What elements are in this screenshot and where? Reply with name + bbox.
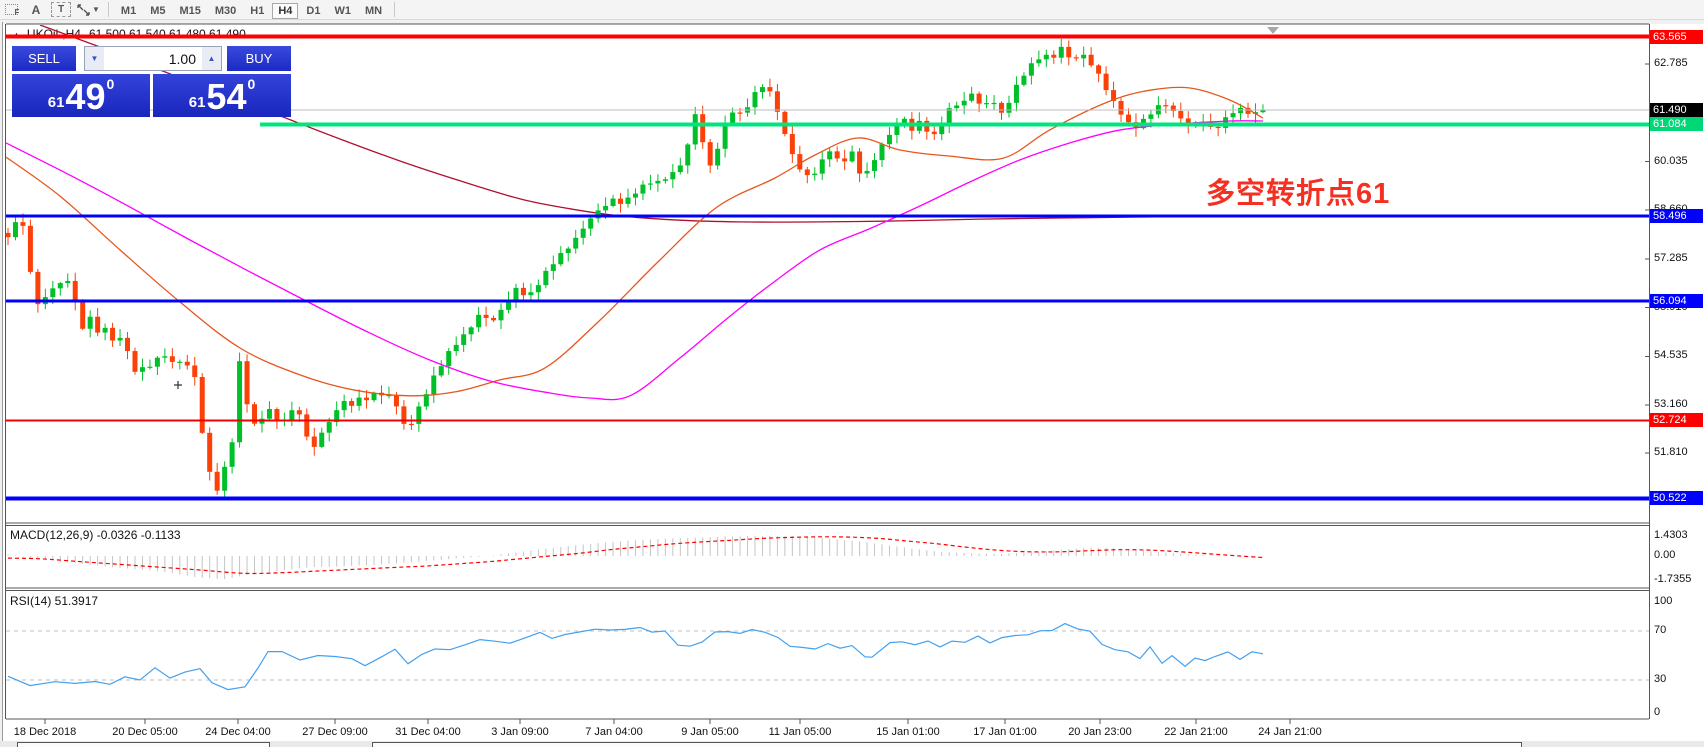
volume-increase-button[interactable]: ▲	[202, 47, 221, 70]
price-level-badge: 58.496	[1650, 209, 1703, 223]
ohlc-values: 61.500 61.540 61.480 61.490	[89, 27, 246, 41]
macd-indicator-label: MACD(12,26,9) -0.0326 -0.1133	[10, 528, 181, 542]
symbol-period-label: UKOil-,H4	[27, 27, 81, 41]
rsi-scale-label: 0	[1654, 706, 1660, 718]
volume-decrease-button[interactable]: ▼	[85, 47, 104, 70]
volume-input[interactable]	[104, 47, 202, 70]
time-tick-label: 15 Jan 01:00	[876, 726, 940, 738]
timeframe-group: M1M5M15M30H1H4D1W1MN	[114, 1, 389, 19]
timeframe-button-m15[interactable]: M15	[173, 3, 206, 19]
timeframe-button-d1[interactable]: D1	[300, 3, 326, 19]
background-window-edge	[372, 742, 1522, 747]
timeframe-button-w1[interactable]: W1	[328, 3, 357, 19]
sell-price-button[interactable]: 61 49 0	[12, 74, 150, 117]
price-level-badge: 63.565	[1650, 30, 1703, 44]
buy-price-prefix: 61	[189, 94, 206, 111]
sell-price-big: 49	[65, 80, 105, 114]
volume-stepper: ▼ ▲	[84, 46, 222, 71]
time-tick-label: 18 Dec 2018	[14, 726, 76, 738]
price-level-badge: 61.084	[1650, 117, 1703, 131]
rsi-scale-label: 30	[1654, 673, 1666, 685]
time-tick-label: 20 Dec 05:00	[112, 726, 177, 738]
time-tick-label: 3 Jan 09:00	[491, 726, 549, 738]
dropdown-caret-icon[interactable]: ▼	[92, 5, 100, 14]
one-click-trading-panel: SELL ▼ ▲ BUY 61 49 0 61 54 0	[12, 46, 291, 117]
price-tick-label: 60.035	[1654, 155, 1688, 167]
price-tick-label: 57.285	[1654, 252, 1688, 264]
time-tick-label: 7 Jan 04:00	[585, 726, 643, 738]
time-tick-label: 24 Jan 21:00	[1258, 726, 1322, 738]
timeframe-button-m5[interactable]: M5	[144, 3, 171, 19]
price-tick-label: 51.810	[1654, 446, 1688, 458]
grid-f-label: F	[15, 8, 20, 17]
price-tick-label: 53.160	[1654, 398, 1688, 410]
text-label-icon[interactable]: A	[27, 2, 45, 18]
timeframe-button-h4[interactable]: H4	[272, 3, 298, 19]
collapse-triangle-icon[interactable]: ▲	[12, 30, 21, 40]
toolbar-separator	[394, 2, 395, 17]
timeframe-button-mn[interactable]: MN	[359, 3, 388, 19]
chart-annotation-text: 多空转折点61	[1206, 170, 1390, 212]
sell-price-prefix: 61	[48, 94, 65, 111]
price-tick-label: 54.535	[1654, 349, 1688, 361]
time-tick-label: 11 Jan 05:00	[769, 726, 832, 738]
text-box-icon[interactable]: T	[51, 2, 71, 17]
timeframe-button-h1[interactable]: H1	[244, 3, 270, 19]
price-level-badge: 50.522	[1650, 491, 1703, 505]
buy-button[interactable]: BUY	[227, 46, 291, 71]
buy-price-sup: 0	[247, 76, 255, 92]
toolbar-separator	[108, 2, 109, 17]
bottom-window-strip	[0, 741, 1704, 747]
time-tick-label: 24 Dec 04:00	[205, 726, 270, 738]
rsi-scale-label: 70	[1654, 624, 1666, 636]
timeframe-button-m30[interactable]: M30	[209, 3, 242, 19]
background-window-edge	[17, 742, 270, 747]
macd-scale-label: 1.4303	[1654, 529, 1688, 541]
macd-scale-label: -1.7355	[1654, 573, 1691, 585]
time-tick-label: 22 Jan 21:00	[1164, 726, 1228, 738]
rsi-indicator-label: RSI(14) 51.3917	[10, 594, 98, 608]
sell-button[interactable]: SELL	[12, 46, 76, 71]
time-tick-label: 27 Dec 09:00	[302, 726, 367, 738]
buy-price-big: 54	[206, 80, 246, 114]
time-tick-label: 9 Jan 05:00	[681, 726, 739, 738]
window-left-border	[2, 22, 3, 741]
chart-title: ▲ UKOil-,H4 61.500 61.540 61.480 61.490	[12, 27, 246, 41]
toolbar: F A T ▼ M1M5M15M30H1H4D1W1MN	[0, 0, 1704, 20]
time-tick-label: 20 Jan 23:00	[1068, 726, 1132, 738]
macd-scale-label: 0.00	[1654, 549, 1675, 561]
price-level-badge: 56.094	[1650, 294, 1703, 308]
price-tick-label: 62.785	[1654, 57, 1688, 69]
sell-price-sup: 0	[106, 76, 114, 92]
rsi-scale-label: 100	[1654, 595, 1672, 607]
price-level-badge: 52.724	[1650, 413, 1703, 427]
cursor-arrows-glyph	[77, 4, 90, 16]
mt4-window: F A T ▼ M1M5M15M30H1H4D1W1MN ▲ UKOil-,H4 6…	[0, 0, 1704, 747]
timeframe-button-m1[interactable]: M1	[115, 3, 142, 19]
price-level-badge: 61.490	[1650, 103, 1703, 117]
chart-grid-f-icon[interactable]: F	[3, 2, 21, 18]
time-tick-label: 17 Jan 01:00	[973, 726, 1037, 738]
buy-price-button[interactable]: 61 54 0	[153, 74, 291, 117]
time-tick-label: 31 Dec 04:00	[395, 726, 460, 738]
cursor-arrows-icon[interactable]: ▼	[77, 2, 100, 18]
